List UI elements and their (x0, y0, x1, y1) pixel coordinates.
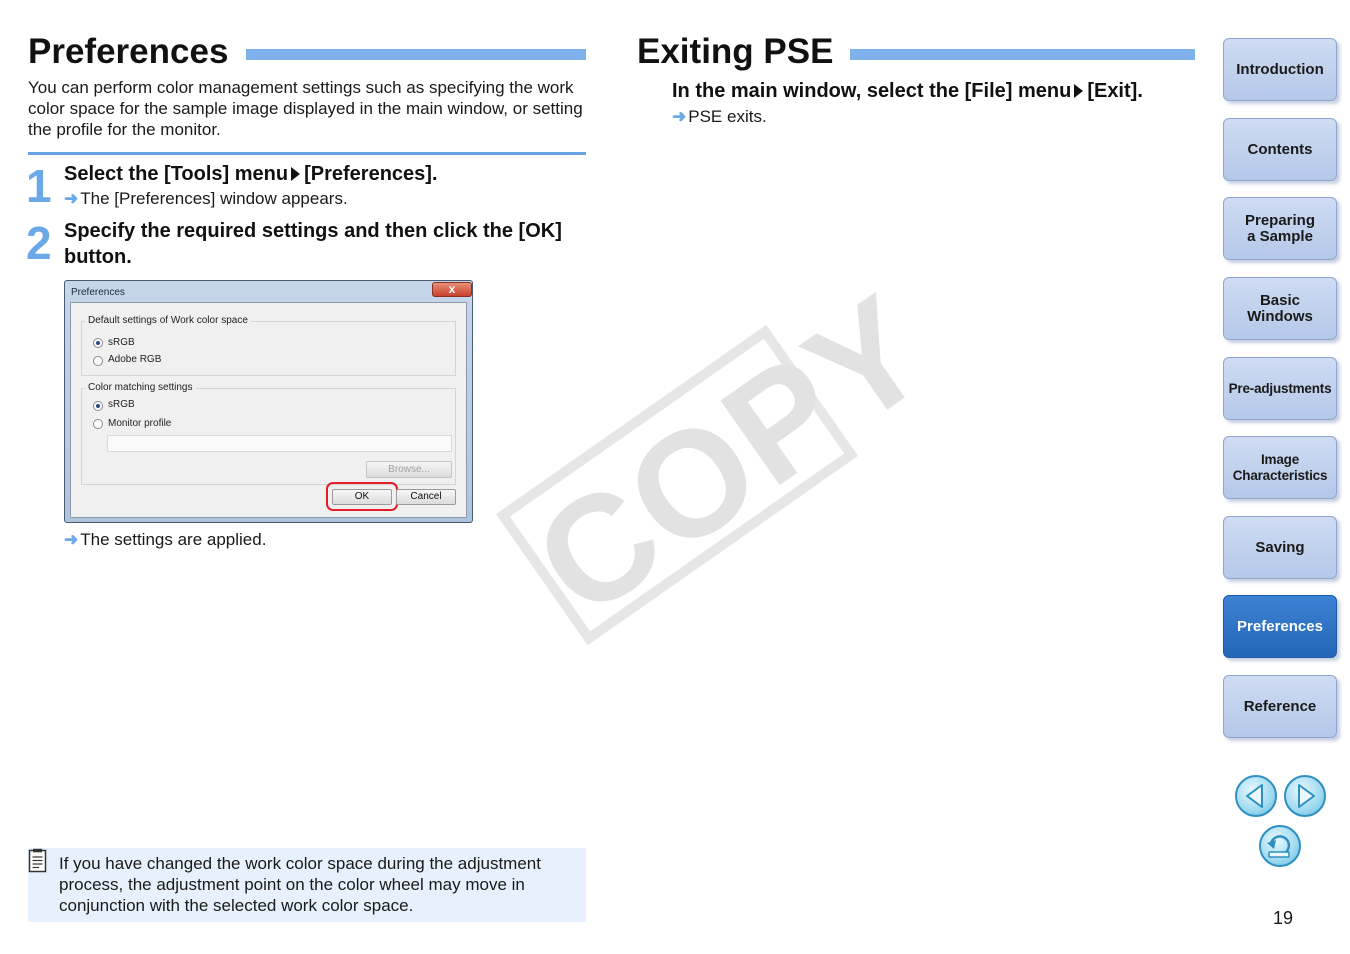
tab-contents[interactable]: Contents (1223, 118, 1337, 181)
step-1-title: Select the [Tools] menu [Preferences]. (64, 161, 438, 187)
step-2-title: Specify the required settings and then c… (64, 220, 562, 268)
close-icon[interactable]: x (432, 282, 472, 297)
profile-path-input[interactable] (107, 435, 452, 452)
dialog-title: Preferences (71, 287, 125, 298)
tab-preparing-a-sample[interactable]: Preparing a Sample (1223, 197, 1337, 260)
exiting-title: Exiting PSE (637, 32, 834, 71)
settings-applied-result: ➜ The settings are applied. (64, 529, 266, 550)
preferences-dialog: Preferences x Default settings of Work c… (64, 280, 473, 523)
menu-arrow-icon (291, 167, 301, 181)
srgb-radio[interactable] (93, 338, 103, 348)
tab-reference[interactable]: Reference (1223, 675, 1337, 738)
result-arrow-icon: ➜ (64, 530, 79, 549)
return-button[interactable] (1259, 825, 1301, 867)
tab-basic-windows[interactable]: Basic Windows (1223, 277, 1337, 340)
step-number-1: 1 (26, 160, 52, 212)
note-text: If you have changed the work color space… (59, 854, 541, 915)
step-number-2: 2 (26, 217, 52, 269)
monitor-profile-radio-label: Monitor profile (108, 418, 172, 429)
page-number: 19 (1273, 908, 1294, 928)
matching-srgb-radio-label: sRGB (108, 399, 135, 410)
next-page-button[interactable] (1284, 775, 1326, 817)
work-color-space-group (81, 321, 456, 376)
exit-result-text: PSE exits. (688, 107, 767, 126)
title-bar-decoration (246, 49, 586, 60)
exit-step-b: [Exit]. (1087, 80, 1143, 102)
adobe-rgb-radio[interactable] (93, 356, 103, 366)
right-arrow-icon (1298, 784, 1315, 808)
settings-applied-text: The settings are applied. (80, 530, 267, 549)
exit-step: In the main window, select the [File] me… (672, 78, 1143, 104)
tab-image-characteristics[interactable]: Image Characteristics (1223, 436, 1337, 499)
section-divider (28, 152, 586, 155)
step-1-result: ➜ The [Preferences] window appears. (64, 188, 348, 209)
srgb-radio-label: sRGB (108, 337, 135, 348)
left-arrow-icon (1246, 784, 1263, 808)
tab-pre-adjustments[interactable]: Pre-adjustments (1223, 357, 1337, 420)
intro-paragraph: You can perform color management setting… (28, 78, 583, 139)
tab-introduction[interactable]: Introduction (1223, 38, 1337, 101)
cancel-button[interactable]: Cancel (396, 489, 456, 505)
result-arrow-icon: ➜ (672, 107, 687, 126)
matching-srgb-radio[interactable] (93, 401, 103, 411)
note-box: If you have changed the work color space… (28, 848, 586, 922)
step-1-title-a: Select the [Tools] menu (64, 163, 289, 185)
tab-preferences[interactable]: Preferences (1223, 595, 1337, 658)
memo-icon (28, 848, 47, 873)
work-color-space-label: Default settings of Work color space (85, 315, 251, 326)
ok-button[interactable]: OK (332, 489, 392, 505)
exiting-title-bar-decoration (850, 49, 1195, 60)
return-icon (1267, 835, 1291, 858)
color-matching-label: Color matching settings (85, 382, 196, 393)
step-1-title-b: [Preferences]. (304, 163, 438, 185)
result-arrow-icon: ➜ (64, 189, 79, 208)
dialog-body: Default settings of Work color space sRG… (70, 302, 467, 518)
exit-step-a: In the main window, select the [File] me… (672, 80, 1072, 102)
step-1-result-text: The [Preferences] window appears. (80, 189, 348, 208)
tab-saving[interactable]: Saving (1223, 516, 1337, 579)
exit-result: ➜ PSE exits. (672, 106, 767, 127)
browse-button[interactable]: Browse... (366, 461, 452, 478)
page-title: Preferences (28, 32, 229, 71)
adobe-rgb-radio-label: Adobe RGB (108, 354, 162, 365)
previous-page-button[interactable] (1235, 775, 1277, 817)
menu-arrow-icon (1074, 84, 1084, 98)
copy-watermark: COPY (495, 262, 957, 648)
monitor-profile-radio[interactable] (93, 419, 103, 429)
